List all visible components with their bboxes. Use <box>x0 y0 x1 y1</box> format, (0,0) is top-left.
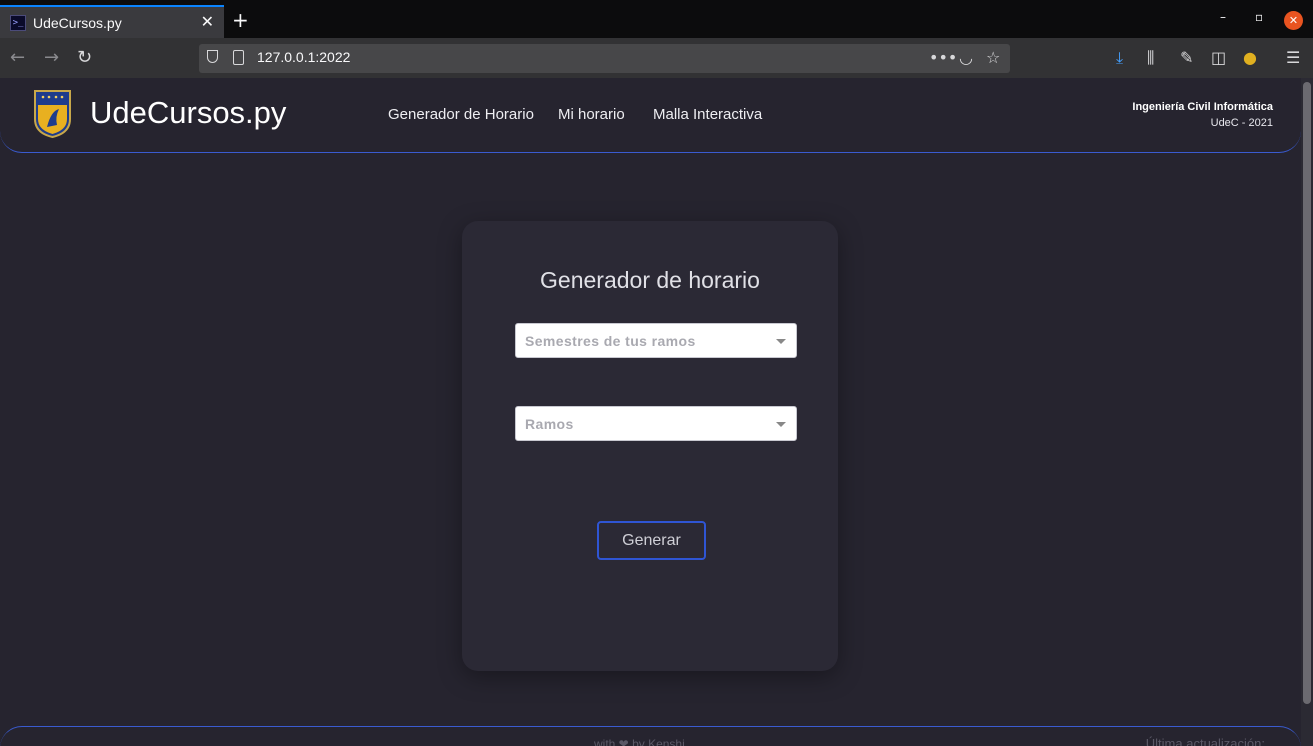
window-close-icon[interactable]: ✕ <box>1284 11 1303 30</box>
bookmark-star-icon[interactable]: ☆ <box>986 48 1000 67</box>
menu-icon[interactable]: ☰ <box>1286 48 1300 67</box>
url-text[interactable]: 127.0.0.1:2022 <box>257 49 350 65</box>
forward-icon[interactable]: → <box>44 47 59 68</box>
chevron-down-icon <box>776 422 786 427</box>
pocket-icon[interactable]: ◡ <box>959 48 973 67</box>
institution-name: Ingeniería Civil Informática <box>1132 101 1273 113</box>
page-scrollbar[interactable] <box>1301 78 1313 746</box>
browser-tab-bar: >_ UdeCursos.py ✕ + – ▫ ✕ <box>0 0 1313 38</box>
site-brand[interactable]: UdeCursos.py <box>90 95 286 131</box>
footer-last-update: Última actualización: <box>1145 736 1265 746</box>
new-tab-icon[interactable]: + <box>232 8 249 32</box>
minimize-icon[interactable]: – <box>1220 10 1226 24</box>
library-icon[interactable]: ⫼ <box>1147 48 1154 68</box>
scrollbar-thumb[interactable] <box>1303 82 1311 704</box>
ramos-select[interactable]: Ramos <box>515 406 797 441</box>
terminal-favicon-icon: >_ <box>10 14 26 31</box>
institution-year: UdeC - 2021 <box>1210 117 1273 129</box>
back-icon[interactable]: ← <box>10 47 25 68</box>
download-icon[interactable]: ⤓ <box>1116 48 1123 68</box>
nav-malla-interactiva[interactable]: Malla Interactiva <box>653 106 762 123</box>
semestres-placeholder: Semestres de tus ramos <box>525 333 696 349</box>
footer-credit: with ❤ by Kenshi <box>594 737 685 746</box>
generate-button[interactable]: Generar <box>597 521 706 560</box>
ramos-placeholder: Ramos <box>525 416 574 432</box>
address-bar[interactable]: 127.0.0.1:2022 ••• ◡ ☆ <box>199 44 1010 73</box>
schedule-generator-card: Generador de horario Semestres de tus ra… <box>462 221 838 671</box>
site-header: UdeCursos.py Generador de Horario Mi hor… <box>0 78 1301 153</box>
nav-mi-horario[interactable]: Mi horario <box>558 106 625 123</box>
semestres-select[interactable]: Semestres de tus ramos <box>515 323 797 358</box>
more-actions-icon[interactable]: ••• <box>929 48 957 67</box>
browser-tab[interactable]: >_ UdeCursos.py ✕ <box>0 5 224 38</box>
wrench-icon[interactable]: ✎ <box>1180 48 1193 67</box>
extension-icon[interactable]: ● <box>1243 48 1257 67</box>
chevron-down-icon <box>776 339 786 344</box>
close-tab-icon[interactable]: ✕ <box>201 12 214 31</box>
tab-title: UdeCursos.py <box>33 14 122 31</box>
shield-icon[interactable] <box>207 50 218 63</box>
page-info-icon[interactable] <box>233 50 244 65</box>
page-viewport: UdeCursos.py Generador de Horario Mi hor… <box>0 78 1301 746</box>
site-footer: with ❤ by Kenshi Última actualización: <box>0 726 1301 746</box>
nav-generador-horario[interactable]: Generador de Horario <box>388 106 534 123</box>
reload-icon[interactable]: ↻ <box>77 47 92 68</box>
sidebar-icon[interactable]: ◫ <box>1211 48 1226 67</box>
udec-shield-logo-icon <box>34 90 71 139</box>
maximize-icon[interactable]: ▫ <box>1255 10 1263 24</box>
card-title: Generador de horario <box>540 267 760 293</box>
